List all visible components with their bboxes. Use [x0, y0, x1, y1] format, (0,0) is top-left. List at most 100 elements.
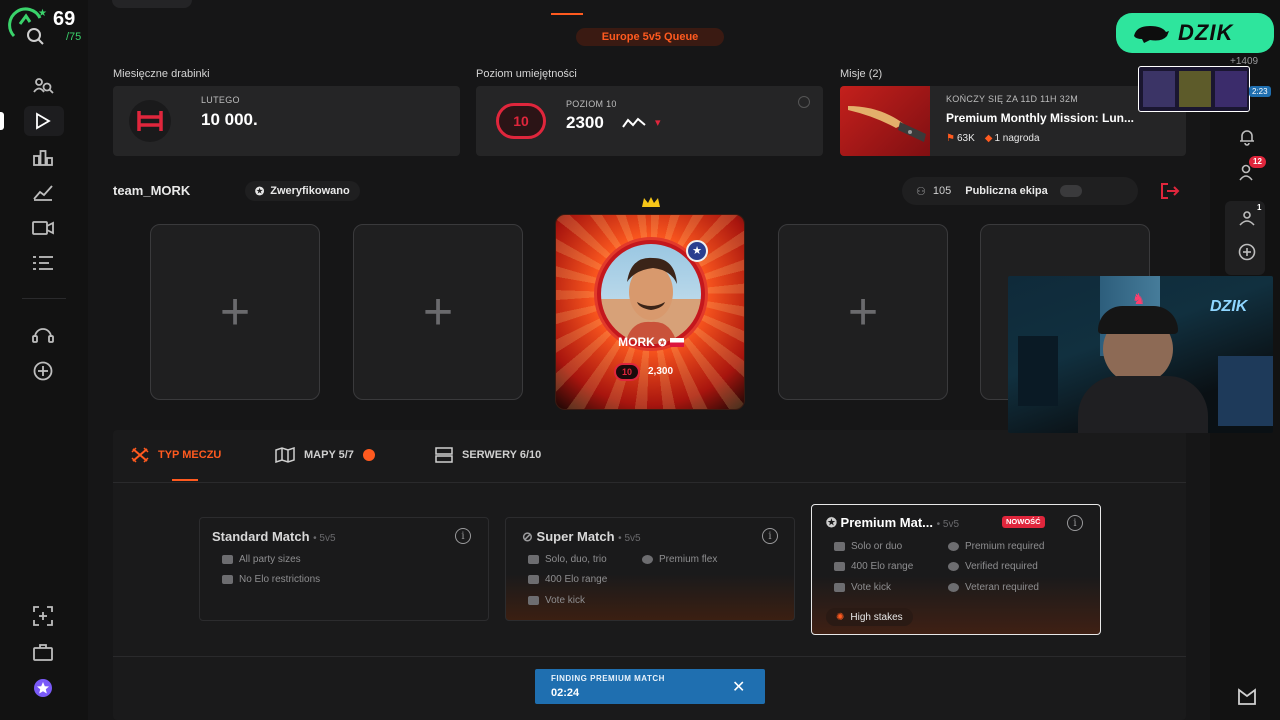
level-progress-icon[interactable]: ★	[8, 6, 48, 46]
premium-match-mode: • 5v5	[936, 519, 960, 530]
high-stakes-badge: ✺ High stakes	[826, 608, 913, 626]
add-party-icon[interactable]	[1238, 243, 1256, 261]
finding-timer: 02:24	[551, 687, 580, 699]
webcam-chair	[1018, 336, 1058, 406]
premium-match-title-text: Premium Mat...	[840, 515, 933, 530]
empty-slot[interactable]: +	[353, 224, 523, 400]
scan-icon[interactable]	[31, 604, 55, 628]
tab-maps[interactable]: MAPY 5/7	[275, 447, 375, 463]
feature-text: Premium flex	[659, 554, 718, 565]
active-tab-underline	[172, 479, 198, 481]
elo-icon	[528, 575, 539, 584]
webcam-person-body	[1078, 376, 1208, 433]
app-logo-icon[interactable]	[1237, 688, 1257, 706]
tabs-divider	[113, 482, 1186, 483]
player-name: MORK	[618, 335, 655, 349]
premium-match-title: ✪ Premium Mat... • 5v5	[826, 515, 959, 531]
ladder-value: 10 000.	[201, 110, 258, 129]
elo-dropdown-icon[interactable]: ▾	[655, 116, 661, 129]
standard-match-title: Standard Match • 5v5	[212, 529, 336, 544]
standard-match-mode: • 5v5	[313, 533, 336, 544]
neon-boar-icon: ♞	[1132, 291, 1146, 308]
map-icon	[275, 447, 295, 463]
video-icon[interactable]	[31, 216, 55, 240]
feature-text: Vote kick	[545, 595, 586, 606]
cancel-search-icon[interactable]: ✕	[732, 677, 745, 697]
mission-knife-image	[840, 86, 930, 156]
top-avatar-stub	[112, 0, 192, 8]
find-players-icon[interactable]	[31, 74, 55, 98]
standard-match-title-text: Standard Match	[212, 529, 310, 544]
party-badge: 1	[1257, 203, 1262, 212]
mission-ends: KOŃCZY SIĘ ZA 11D 11H 32M	[946, 94, 1079, 104]
skill-section-label: Poziom umiejętności	[476, 68, 577, 80]
feature-item: No Elo restrictions	[222, 574, 320, 585]
standard-match-card[interactable]: Standard Match • 5v5 i All party sizes N…	[199, 517, 489, 621]
new-badge: NOWOŚĆ	[1002, 516, 1045, 528]
premium-star-icon: ✪	[826, 515, 837, 530]
stats-chart-icon[interactable]	[31, 180, 55, 204]
reward-icon: ◆	[984, 133, 993, 144]
empty-slot[interactable]: +	[150, 224, 320, 400]
premium-match-card[interactable]: ✪ Premium Mat... • 5v5 NOWOŚĆ i Solo or …	[811, 504, 1101, 635]
tab-match-type[interactable]: TYP MECZU	[131, 447, 221, 463]
tab-servers[interactable]: SERWERY 6/10	[435, 447, 541, 463]
list-icon[interactable]	[31, 251, 55, 275]
elo-icon	[222, 575, 233, 584]
player-name-row: MORK ✪	[556, 335, 744, 349]
add-circle-icon[interactable]	[31, 359, 55, 383]
level-value: 69	[53, 8, 76, 30]
tab-match-type-label: TYP MECZU	[158, 449, 222, 461]
premium-star-icon[interactable]	[31, 676, 55, 700]
public-toggle[interactable]	[1059, 185, 1082, 197]
premium-info-icon[interactable]: i	[1067, 515, 1083, 531]
finding-label: FINDING PREMIUM MATCH	[551, 674, 665, 683]
super-info-icon[interactable]: i	[762, 528, 778, 544]
notifications-icon[interactable]	[1238, 128, 1256, 146]
ladder-month: LUTEGO	[201, 95, 240, 105]
add-player-icon: +	[219, 283, 251, 341]
card-star-badge: ★	[686, 240, 708, 262]
feature-item: Premium required	[948, 541, 1044, 552]
add-player-icon: +	[847, 283, 879, 341]
leaderboard-icon[interactable]	[31, 145, 55, 169]
elo-icon	[834, 562, 845, 571]
player-card[interactable]: ★ MORK ✪ 10 2,300	[555, 214, 745, 410]
thumb-panel-3	[1215, 71, 1247, 107]
standard-info-icon[interactable]: i	[455, 528, 471, 544]
support-headset-icon[interactable]	[31, 323, 55, 347]
feature-item: Solo or duo	[834, 541, 902, 552]
skill-level-badge-value: 10	[513, 113, 529, 129]
play-icon[interactable]	[31, 109, 55, 133]
empty-slot[interactable]: +	[778, 224, 948, 400]
briefcase-icon[interactable]	[31, 640, 55, 664]
skill-level-label: POZIOM 10	[566, 99, 617, 109]
party-icon[interactable]	[1237, 210, 1257, 226]
webcam-shelf	[1218, 356, 1273, 426]
party-visibility-control[interactable]: ⚇ 105 Publiczna ekipa	[902, 177, 1138, 205]
server-icon	[435, 447, 453, 463]
mission-title: Premium Monthly Mission: Lun...	[946, 111, 1135, 125]
left-sidebar: ★ 69 /75	[0, 0, 88, 720]
skill-card[interactable]: 10 POZIOM 10 2300 ▾	[476, 86, 823, 156]
player-elo: 2,300	[648, 366, 674, 377]
maps-alert-dot	[362, 449, 375, 461]
leave-party-icon[interactable]	[1160, 183, 1180, 199]
super-match-card[interactable]: ⊘ Super Match • 5v5 i Solo, duo, trio Pr…	[505, 517, 795, 621]
super-icon: ⊘	[522, 529, 533, 544]
feature-text: Premium required	[965, 541, 1045, 552]
stream-brand-text: DZIK	[1178, 20, 1234, 45]
mission-reward: 1 nagroda	[994, 133, 1040, 144]
elo-trend-icon	[622, 117, 646, 129]
webcam-overlay: ♞ DZIK	[1008, 276, 1273, 433]
party-icon	[222, 555, 233, 564]
skill-info-icon[interactable]	[798, 96, 810, 108]
public-label: Publiczna ekipa	[965, 185, 1048, 197]
add-player-icon: +	[422, 283, 454, 341]
stakes-icon: ✺	[836, 611, 845, 623]
premium-icon	[948, 542, 959, 551]
flag-icon: ⚑	[946, 133, 955, 144]
feature-item: Verified required	[948, 561, 1038, 572]
mission-card[interactable]: KOŃCZY SIĘ ZA 11D 11H 32M Premium Monthl…	[840, 86, 1186, 156]
ladder-card[interactable]: LUTEGO 10 000.	[113, 86, 460, 156]
